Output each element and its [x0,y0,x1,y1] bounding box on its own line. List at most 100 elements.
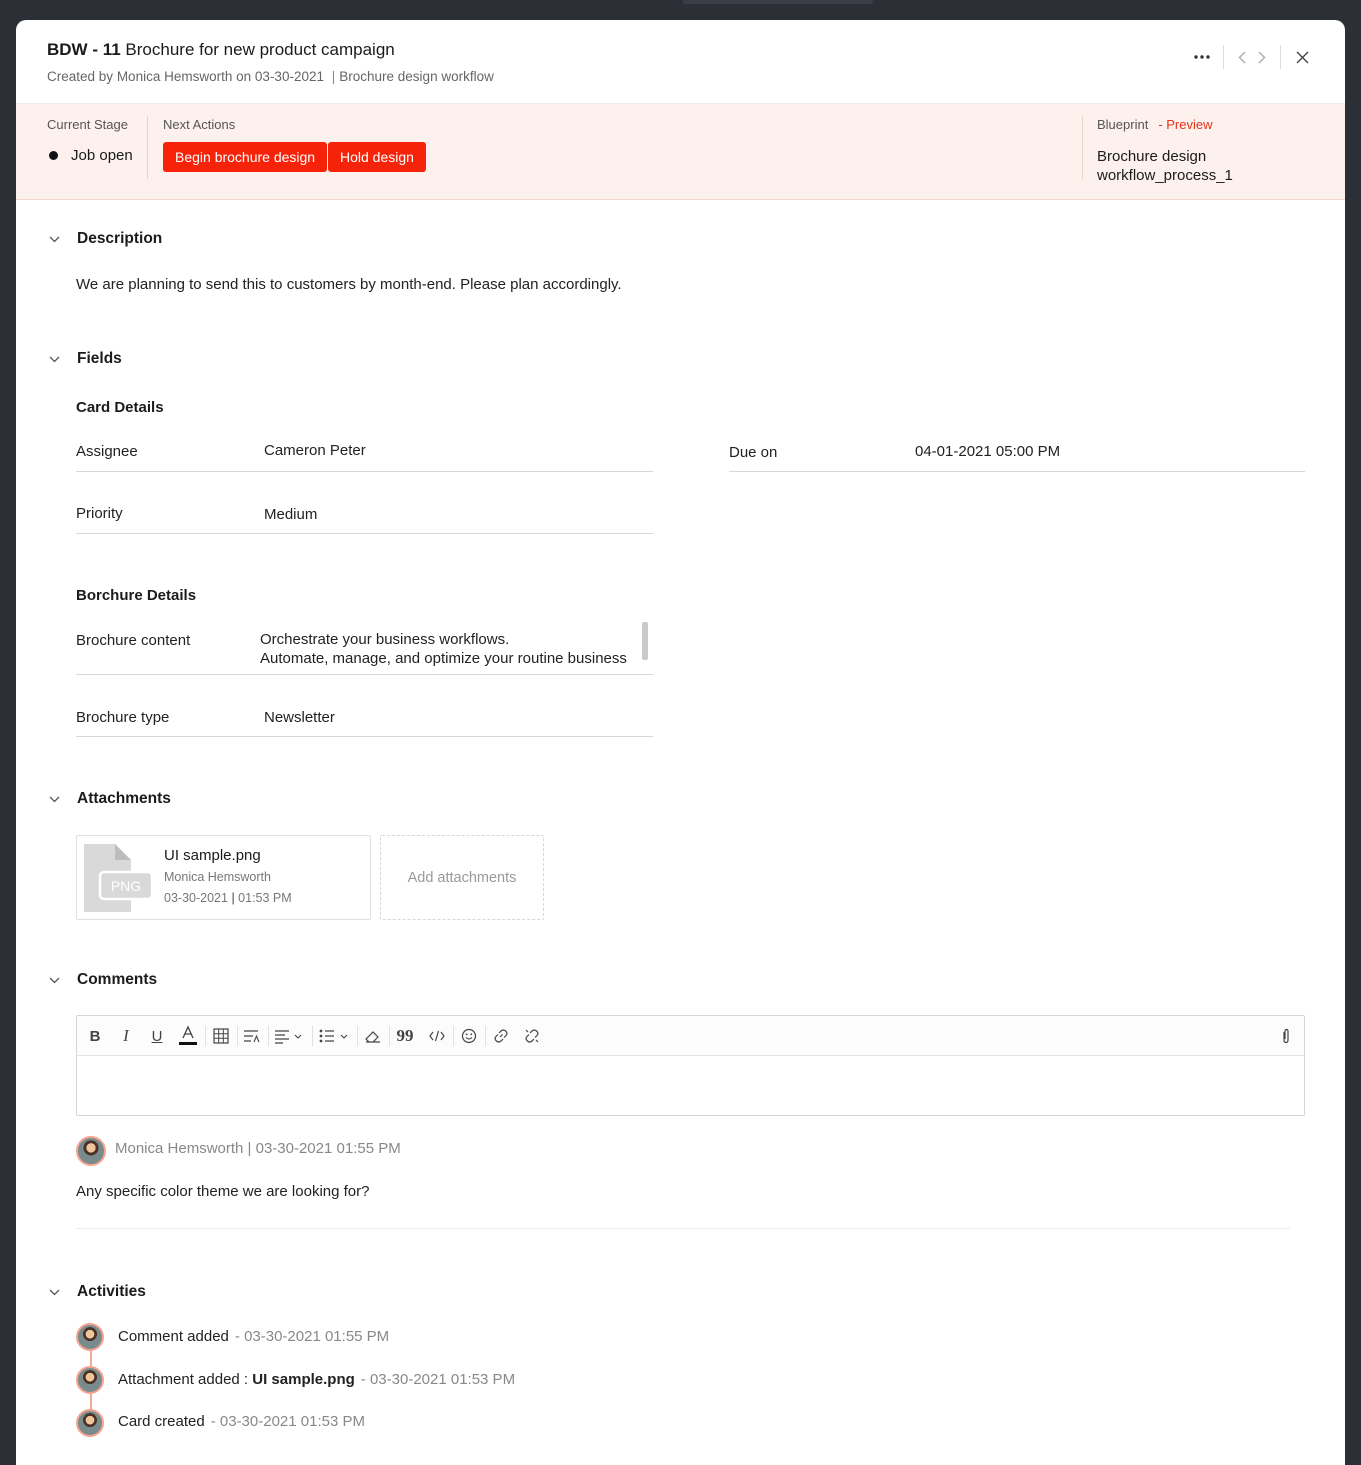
attachment-uploader: Monica Hemsworth [164,870,271,884]
close-icon [1296,51,1308,63]
header-divider [1280,45,1281,69]
italic-icon[interactable]: I [116,1024,136,1048]
toolbar-separator [268,1026,269,1046]
priority-value[interactable]: Medium [264,506,317,523]
chevron-right-icon [1258,51,1266,63]
activity-avatar [76,1409,104,1437]
list-icon[interactable] [318,1024,352,1048]
attachment-file-name[interactable]: UI sample.png [164,847,261,864]
comment-divider [76,1228,1290,1229]
current-stage-label: Current Stage [47,117,128,132]
editor-toolbar: B I U 99 [77,1016,1304,1056]
blueprint-stage-bar: Current Stage Job open Next Actions Begi… [16,104,1345,200]
brochure-type-label: Brochure type [76,709,170,726]
toolbar-separator [485,1026,486,1046]
created-on: 03-30-2021 [254,69,324,84]
underline-icon[interactable]: U [147,1024,167,1048]
current-stage: Job open [47,147,133,164]
activity-item: Comment added - 03-30-2021 01:55 PM [118,1328,389,1345]
emoji-icon[interactable] [458,1024,480,1048]
stage-divider [147,116,148,179]
more-options-button[interactable] [1189,44,1215,70]
due-on-value[interactable]: 04-01-2021 05:00 PM [915,443,1060,460]
attach-icon[interactable] [1276,1024,1296,1048]
fields-section-header[interactable]: Fields [47,350,122,368]
header-divider [1223,45,1224,69]
activity-item: Card created - 03-30-2021 01:53 PM [118,1413,365,1430]
attachment-time: 01:53 PM [238,891,292,905]
comment-meta: Monica Hemsworth | 03-30-2021 01:55 PM [115,1140,401,1157]
toolbar-separator [237,1026,238,1046]
eraser-icon[interactable] [362,1024,384,1048]
unlink-icon[interactable] [521,1024,543,1048]
toolbar-separator [389,1026,390,1046]
add-attachments-button[interactable]: Add attachments [380,835,544,920]
brochure-content-line1: Orchestrate your business workflows. [260,631,510,648]
card-detail-panel: BDW - 11 Brochure for new product campai… [16,20,1345,1465]
chevron-down-icon[interactable] [47,792,61,806]
chevron-down-icon[interactable] [47,232,61,246]
blueprint-name-line2: workflow_process_1 [1097,167,1233,184]
due-on-field[interactable]: Due on 04-01-2021 05:00 PM [729,435,1305,472]
more-icon [1194,55,1210,59]
attachments-heading: Attachments [77,790,171,807]
blueprint-preview-link[interactable]: - Preview [1158,117,1212,132]
activities-section-header[interactable]: Activities [47,1283,146,1301]
activity-time: - 03-30-2021 01:53 PM [360,1371,516,1388]
card-header: BDW - 11 Brochure for new product campai… [16,20,1345,104]
close-button[interactable] [1289,44,1315,70]
priority-field[interactable]: Priority Medium [76,498,653,534]
assignee-label: Assignee [76,443,138,460]
brochure-content-field[interactable]: Brochure content Orchestrate your busine… [76,618,653,675]
chevron-down-icon[interactable] [47,352,61,366]
quote-icon[interactable]: 99 [394,1024,416,1048]
code-icon[interactable] [426,1024,448,1048]
header-actions [1189,44,1315,70]
activities-heading: Activities [77,1283,146,1300]
text-format-icon[interactable] [241,1024,263,1048]
previous-card-button[interactable] [1232,44,1252,70]
link-icon[interactable] [490,1024,512,1048]
hold-design-button[interactable]: Hold design [328,142,426,172]
font-color-icon[interactable] [177,1024,199,1048]
toolbar-separator [453,1026,454,1046]
next-card-button[interactable] [1252,44,1272,70]
fields-heading: Fields [77,350,122,367]
brochure-content-value[interactable]: Orchestrate your business workflows. Aut… [260,630,645,670]
card-details-heading: Card Details [76,399,164,416]
comment-input-area[interactable] [77,1056,1304,1115]
attachment-card[interactable]: PNG UI sample.png Monica Hemsworth 03-30… [76,835,371,920]
toolbar-separator [312,1026,313,1046]
comments-section-header[interactable]: Comments [47,971,157,989]
align-icon[interactable] [273,1024,307,1048]
chevron-down-icon[interactable] [47,973,61,987]
assignee-value[interactable]: Cameron Peter [264,442,366,459]
assignee-field[interactable]: Assignee Cameron Peter [76,435,653,472]
next-actions-label: Next Actions [163,117,236,132]
brochure-type-value[interactable]: Newsletter [264,709,335,726]
window-notch [683,0,873,4]
attachment-date: 03-30-2021 [164,891,228,905]
begin-brochure-design-button[interactable]: Begin brochure design [163,142,328,172]
toolbar-separator [357,1026,358,1046]
description-section-header[interactable]: Description [47,230,162,248]
content-scrollbar[interactable] [642,622,648,660]
attachments-section-header[interactable]: Attachments [47,790,171,808]
brochure-details-heading: Borchure Details [76,587,197,604]
card-id: BDW - 11 [47,40,121,59]
chevron-down-icon[interactable] [47,1285,61,1299]
bold-icon[interactable]: B [85,1024,105,1048]
activity-item: Attachment added : UI sample.png - 03-30-… [118,1371,515,1388]
file-ext-label: PNG [111,878,141,894]
workflow-name: Brochure design workflow [339,69,494,84]
comment-timestamp: 03-30-2021 01:55 PM [255,1140,401,1157]
commenter-avatar [76,1136,106,1166]
due-on-label: Due on [729,444,778,461]
brochure-type-field[interactable]: Brochure type Newsletter [76,700,653,737]
activity-avatar [76,1366,104,1394]
comment-editor[interactable]: B I U 99 [76,1015,1305,1116]
blueprint-label-row: Blueprint - Preview [1097,117,1213,132]
created-by-label: Created by [47,69,114,84]
table-icon[interactable] [210,1024,232,1048]
description-heading: Description [77,230,163,247]
